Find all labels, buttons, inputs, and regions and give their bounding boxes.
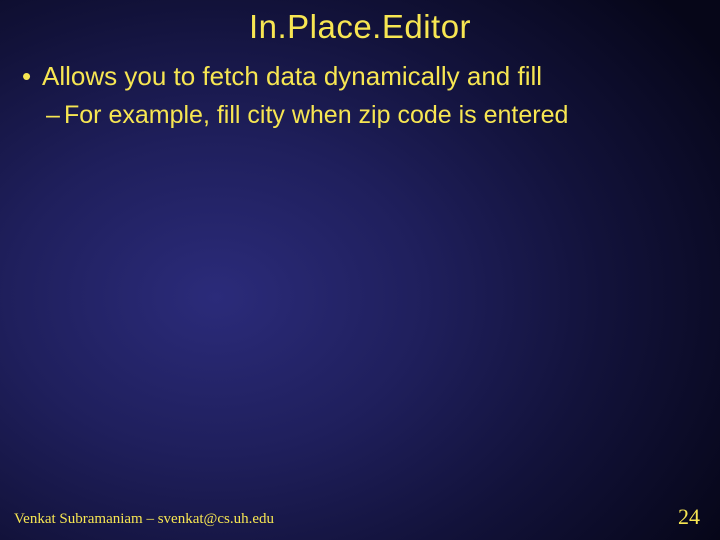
footer-author: Venkat Subramaniam – svenkat@cs.uh.edu xyxy=(14,511,274,528)
bullet-dash-icon: – xyxy=(46,99,64,131)
slide: In.Place.Editor • Allows you to fetch da… xyxy=(0,0,720,540)
bullet-level-2-text: For example, fill city when zip code is … xyxy=(64,99,700,131)
bullet-level-1: • Allows you to fetch data dynamically a… xyxy=(20,60,700,93)
bullet-level-2: – For example, fill city when zip code i… xyxy=(20,99,700,131)
slide-title: In.Place.Editor xyxy=(20,8,700,46)
page-number: 24 xyxy=(678,504,700,530)
bullet-dot-icon: • xyxy=(20,60,42,93)
bullet-level-1-text: Allows you to fetch data dynamically and… xyxy=(42,60,700,93)
